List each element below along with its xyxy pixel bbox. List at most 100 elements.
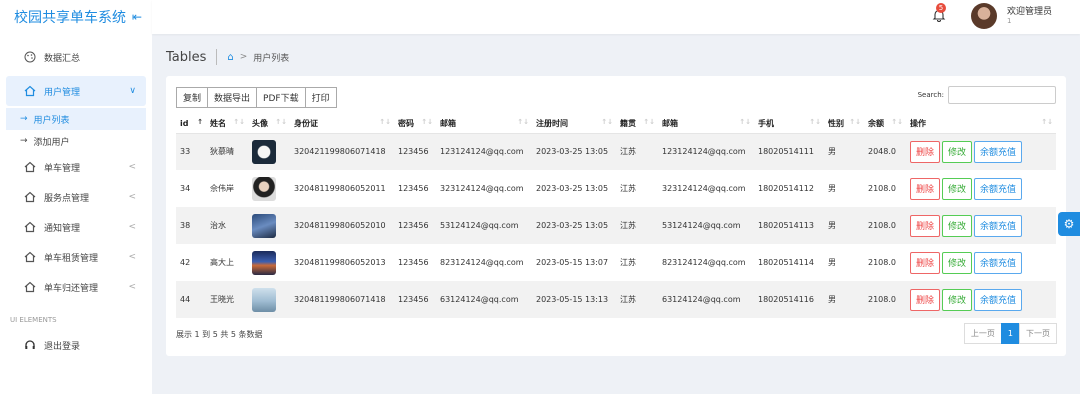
sidebar-subitem-user-list[interactable]: → 用户列表 [6,108,146,130]
delete-button[interactable]: 删除 [910,140,941,163]
recharge-button[interactable]: 余额充值 [974,214,1023,237]
sidebar-item-users[interactable]: 用户管理 ∨ [6,76,146,106]
cell-id-card: 320481199806052010 [290,207,394,244]
sidebar-item-bikes[interactable]: 单车管理 < [6,152,146,182]
cell-email-2: 53124124@qq.com [658,207,754,244]
column-header-gender[interactable]: 性别 ↑↓ [824,115,864,134]
logout-item[interactable]: 退出登录 [6,330,146,360]
column-header-register-time[interactable]: 注册时间 ↑↓ [532,115,616,134]
welcome-subtext: 1 [1007,17,1012,25]
column-header-phone[interactable]: 手机 ↑↓ [754,115,824,134]
cell-id-card: 320481199806052011 [294,184,386,193]
sidebar-item-rentals[interactable]: 单车租赁管理 < [6,242,146,272]
cell-register-time: 2023-03-25 13:05 [532,207,616,244]
sidebar-item-returns[interactable]: 单车归还管理 < [6,272,146,302]
topbar: 5 欢迎管理员 1 [152,0,1080,34]
page-1-button[interactable]: 1 [1000,323,1020,344]
cell-phone: 18020514112 [758,184,814,193]
table-card: 复制 数据导出 PDF下载 打印 Search: id ↑ 姓名 ↑↓ 头像 ↑↓ 身… [166,76,1066,356]
cell-phone: 18020514114 [758,258,814,267]
table-row: 34 佘伟岸 320481199806052011 123456 3231241… [176,170,1056,207]
cell-actions: 删除 修改 余额充值 [906,133,1056,170]
search-input[interactable] [948,86,1056,104]
edit-button[interactable]: 修改 [942,288,973,311]
cell-id: 33 [176,133,206,170]
notification-badge: 5 [936,3,946,13]
column-header-actions[interactable]: 操作 ↑↓ [906,115,1056,134]
delete-button[interactable]: 删除 [910,288,941,311]
column-header-id-card[interactable]: 身份证 ↑↓ [290,115,394,134]
export-button[interactable]: 数据导出 [207,87,258,108]
prev-page-button[interactable]: 上一页 [963,323,1002,344]
search-label: Search: [917,91,944,99]
edit-button[interactable]: 修改 [942,177,973,200]
sidebar-subitem-add-user[interactable]: → 添加用户 [6,130,146,152]
column-header-hometown[interactable]: 籍贯 ↑↓ [616,115,658,134]
cell-email-2: 123124124@qq.com [658,133,754,170]
column-header-balance[interactable]: 余额 ↑↓ [864,115,906,134]
cell-email: 323124124@qq.com [440,184,524,193]
chevron-right-icon: > [239,52,248,62]
users-table: id ↑ 姓名 ↑↓ 头像 ↑↓ 身份证 ↑↓ 密码 ↑↓ 邮箱 ↑↓ 注册时间 ↑↓ 籍贯 ↑… [176,115,1056,318]
delete-button[interactable]: 删除 [910,251,941,274]
sidebar-item-label: 单车归还管理 [44,283,99,294]
chevron-left-icon: < [128,222,136,232]
home-icon [24,161,36,173]
brand-title: 校园共享单车系统 [14,10,126,26]
cell-password: 123456 [394,281,436,318]
delete-button[interactable]: 删除 [910,214,941,237]
sort-icon: ↑↓ [739,118,751,126]
copy-button[interactable]: 复制 [176,87,209,108]
sort-icon: ↑↓ [891,118,903,126]
home-icon [24,191,36,203]
column-header-email-2[interactable]: 邮箱 ↑↓ [658,115,754,134]
column-header-id[interactable]: id ↑ [176,115,206,134]
avatar[interactable] [971,3,997,29]
sidebar-item-dashboard[interactable]: 数据汇总 [6,42,146,72]
sidebar-item-service-points[interactable]: 服务点管理 < [6,182,146,212]
recharge-button[interactable]: 余额充值 [974,140,1023,163]
edit-button[interactable]: 修改 [942,140,973,163]
cell-avatar [248,207,290,244]
cell-password: 123456 [394,207,436,244]
user-avatar-image [252,287,276,312]
collapse-sidebar-icon[interactable]: ⇤ [132,10,142,24]
cell-avatar [248,133,290,170]
cell-id-card: 320481199806052013 [294,258,386,267]
recharge-button[interactable]: 余额充值 [974,288,1023,311]
cell-gender: 男 [824,281,864,318]
print-button[interactable]: 打印 [304,87,337,108]
sort-icon: ↑ [197,118,203,126]
user-avatar-image [252,250,276,275]
chevron-left-icon: < [128,282,136,292]
palette-icon [24,51,36,63]
column-header-password[interactable]: 密码 ↑↓ [394,115,436,134]
sort-icon: ↑↓ [1041,118,1053,126]
next-page-button[interactable]: 下一页 [1019,323,1057,344]
home-icon [24,251,36,263]
settings-gear-icon[interactable]: ⚙ [1058,212,1080,236]
cell-phone: 18020514116 [754,281,824,318]
edit-button[interactable]: 修改 [942,214,973,237]
arrow-right-icon: → [20,136,28,146]
column-header-avatar[interactable]: 头像 ↑↓ [248,115,290,134]
cell-actions: 删除 修改 余额充值 [906,207,1056,244]
sidebar-item-label: 通知管理 [44,223,81,234]
edit-button[interactable]: 修改 [942,251,973,274]
column-header-email[interactable]: 邮箱 ↑↓ [436,115,532,134]
breadcrumb-current: 用户列表 [253,53,290,64]
sidebar-item-notices[interactable]: 通知管理 < [6,212,146,242]
table-header-row: id ↑ 姓名 ↑↓ 头像 ↑↓ 身份证 ↑↓ 密码 ↑↓ 邮箱 ↑↓ 注册时间 ↑↓ 籍贯 ↑… [176,115,1056,134]
chevron-left-icon: < [128,162,136,172]
cell-email: 123124124@qq.com [436,133,532,170]
recharge-button[interactable]: 余额充值 [974,177,1023,200]
recharge-button[interactable]: 余额充值 [974,251,1023,274]
delete-button[interactable]: 删除 [910,177,941,200]
table-row: 44 王晓光 320481199806071418 123456 6312412… [176,281,1056,318]
home-icon[interactable]: ⌂ [227,52,233,63]
sidebar: 校园共享单车系统 ⇤ 数据汇总 用户管理 ∨ → 用户列表 → 添加用户 单车管… [0,0,152,394]
pdf-download-button[interactable]: PDF下载 [256,87,306,108]
cell-phone: 18020514111 [754,133,824,170]
cell-id-card: 320481199806071418 [290,281,394,318]
column-header-name[interactable]: 姓名 ↑↓ [206,115,248,134]
